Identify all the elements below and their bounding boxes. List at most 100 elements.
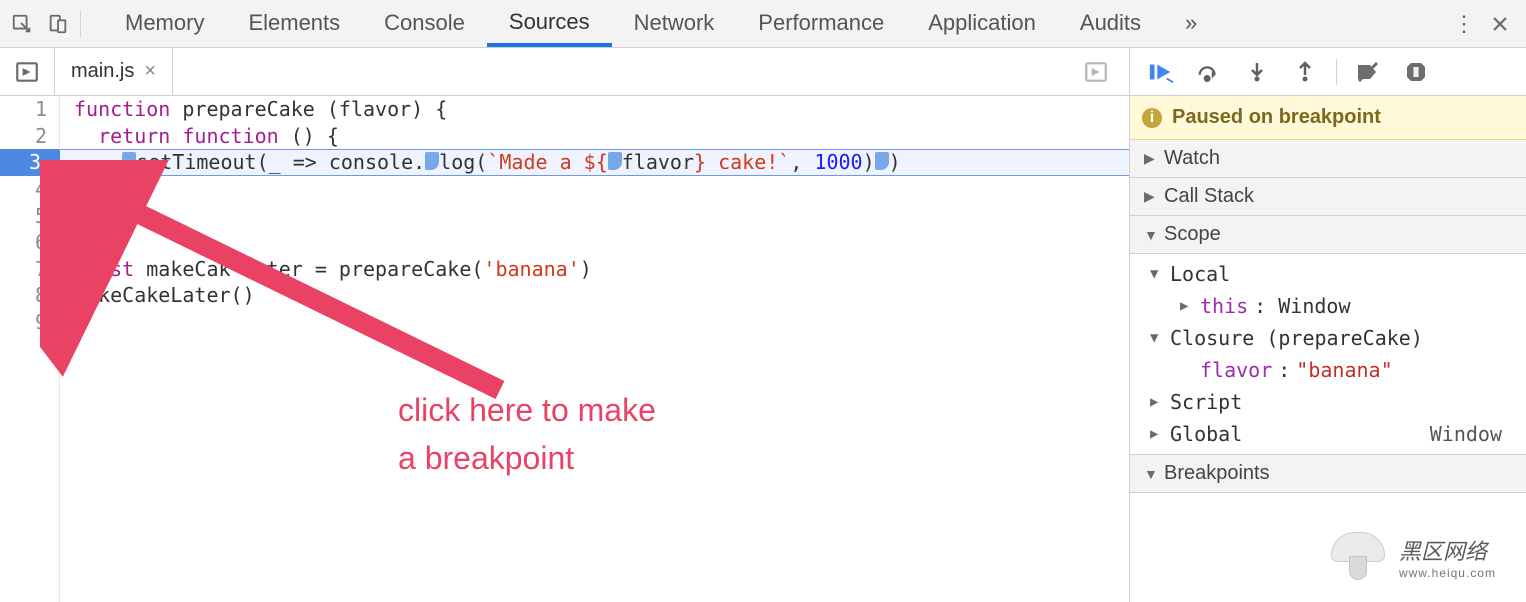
scope-closure[interactable]: ▼ Closure (prepareCake) xyxy=(1130,322,1526,354)
triangle-down-icon: ▼ xyxy=(1150,266,1164,282)
tab-console[interactable]: Console xyxy=(362,0,487,47)
code-token: function xyxy=(74,96,170,123)
pause-banner: i Paused on breakpoint xyxy=(1130,96,1526,140)
tab-more[interactable]: » xyxy=(1163,0,1219,47)
gutter-line[interactable]: 1 xyxy=(0,96,59,123)
code-token xyxy=(74,123,98,150)
inline-breakpoint-icon[interactable] xyxy=(425,152,439,170)
info-icon: i xyxy=(1142,108,1162,128)
code-token xyxy=(74,149,122,176)
code-token xyxy=(170,123,182,150)
code-editor: 1 2 3 4 5 6 7 8 9 function prepareCake (… xyxy=(0,96,1130,602)
gutter-line[interactable]: 9 xyxy=(0,309,59,336)
file-tab-main-js[interactable]: main.js × xyxy=(54,48,173,95)
gutter-line[interactable]: 2 xyxy=(0,123,59,150)
resume-icon[interactable] xyxy=(1140,61,1182,83)
gutter-line[interactable]: 8 xyxy=(0,282,59,309)
tab-elements[interactable]: Elements xyxy=(226,0,362,47)
triangle-right-icon: ▶ xyxy=(1180,298,1194,314)
code-token: ( xyxy=(475,149,487,176)
panel-tabs: Memory Elements Console Sources Network … xyxy=(103,0,1219,47)
scope-value: : Window xyxy=(1254,294,1350,318)
code-token: ) xyxy=(889,149,901,176)
scope-flavor[interactable]: flavor: "banana" xyxy=(1130,354,1526,386)
gutter-line-breakpoint[interactable]: 3 xyxy=(0,149,59,176)
triangle-down-icon: ▼ xyxy=(1150,330,1164,346)
section-label: Scope xyxy=(1164,223,1221,246)
tab-sources[interactable]: Sources xyxy=(487,0,612,47)
scope-this[interactable]: ▶ this: Window xyxy=(1130,290,1526,322)
scope-var: flavor xyxy=(1200,358,1272,382)
step-out-icon[interactable] xyxy=(1284,61,1326,83)
gutter-line[interactable]: 4 xyxy=(0,176,59,203)
step-into-icon[interactable] xyxy=(1236,61,1278,83)
scope-value: "banana" xyxy=(1296,358,1392,382)
tab-application[interactable]: Application xyxy=(906,0,1058,47)
device-toggle-icon[interactable] xyxy=(40,6,76,42)
breakpoints-section[interactable]: ▼ Breakpoints xyxy=(1130,455,1526,493)
pause-on-exceptions-icon[interactable] xyxy=(1395,61,1437,83)
sidebar-right-toggle-icon[interactable] xyxy=(1069,59,1123,85)
step-over-icon[interactable] xyxy=(1188,61,1230,83)
inline-breakpoint-icon[interactable] xyxy=(122,152,136,170)
code-token: ter = prepareCake( xyxy=(267,256,484,283)
code-token: const xyxy=(74,256,134,283)
triangle-down-icon: ▼ xyxy=(1144,227,1158,243)
settings-menu-icon[interactable]: ⋮ xyxy=(1446,6,1482,42)
code-token: ) xyxy=(863,149,875,176)
annotation-line: a breakpoint xyxy=(398,434,656,482)
section-label: Watch xyxy=(1164,147,1220,170)
devtools-toolbar: Memory Elements Console Sources Network … xyxy=(0,0,1526,48)
gutter-line[interactable]: 6 xyxy=(0,229,59,256)
code-content[interactable]: function prepareCake (flavor) { return f… xyxy=(60,96,1129,602)
code-token: `Made a ${ xyxy=(487,149,607,176)
code-token: setTimeout(_ => console. xyxy=(136,149,425,176)
sources-subtoolbar: main.js × xyxy=(0,48,1526,96)
scope-label: Script xyxy=(1170,390,1242,414)
section-label: Breakpoints xyxy=(1164,462,1270,485)
execution-line: setTimeout(_ => console.log(`Made a ${fl… xyxy=(60,149,1129,176)
close-file-icon[interactable]: × xyxy=(144,60,156,83)
code-token: , xyxy=(790,149,814,176)
scope-global[interactable]: ▶ Global Window xyxy=(1130,418,1526,450)
watermark-url: www.heiqu.com xyxy=(1399,566,1496,580)
tab-audits[interactable]: Audits xyxy=(1058,0,1163,47)
inline-breakpoint-icon[interactable] xyxy=(875,152,889,170)
watermark-text: 黑区网络 xyxy=(1399,534,1496,566)
code-token: makeCakeLater() xyxy=(74,282,255,309)
watermark: 黑区网络 www.heiqu.com xyxy=(1327,526,1496,588)
line-gutter: 1 2 3 4 5 6 7 8 9 xyxy=(0,96,60,602)
triangle-down-icon: ▼ xyxy=(1144,466,1158,482)
close-devtools-icon[interactable] xyxy=(1482,6,1518,42)
scope-value: Window xyxy=(1430,422,1516,446)
code-token: makeCak xyxy=(134,256,230,283)
navigator-toggle-icon[interactable] xyxy=(0,59,54,85)
scope-script[interactable]: ▶ Script xyxy=(1130,386,1526,418)
tab-memory[interactable]: Memory xyxy=(103,0,226,47)
pause-reason: Paused on breakpoint xyxy=(1172,106,1381,129)
inspect-icon[interactable] xyxy=(4,6,40,42)
gutter-line[interactable]: 7 xyxy=(0,256,59,283)
callstack-section[interactable]: ▶ Call Stack xyxy=(1130,178,1526,216)
tab-network[interactable]: Network xyxy=(612,0,737,47)
inline-breakpoint-icon[interactable] xyxy=(608,152,622,170)
code-token: 'banana' xyxy=(483,256,579,283)
scope-local[interactable]: ▼ Local xyxy=(1130,258,1526,290)
deactivate-breakpoints-icon[interactable] xyxy=(1347,61,1389,83)
scope-section[interactable]: ▼ Scope xyxy=(1130,216,1526,254)
annotation-text: click here to make a breakpoint xyxy=(398,386,656,482)
mushroom-icon xyxy=(1327,526,1389,588)
scope-label: Closure (prepareCake) xyxy=(1170,326,1423,350)
code-token: } xyxy=(74,202,86,229)
code-token: () { xyxy=(279,123,339,150)
section-label: Call Stack xyxy=(1164,185,1254,208)
watch-section[interactable]: ▶ Watch xyxy=(1130,140,1526,178)
code-token: flavor xyxy=(622,149,694,176)
tab-performance[interactable]: Performance xyxy=(736,0,906,47)
code-token: ) xyxy=(580,256,592,283)
gutter-line[interactable]: 5 xyxy=(0,202,59,229)
scope-sep: : xyxy=(1278,358,1290,382)
code-token: 1000 xyxy=(814,149,862,176)
toolbar-separator xyxy=(80,10,81,38)
debugger-separator xyxy=(1336,59,1337,85)
